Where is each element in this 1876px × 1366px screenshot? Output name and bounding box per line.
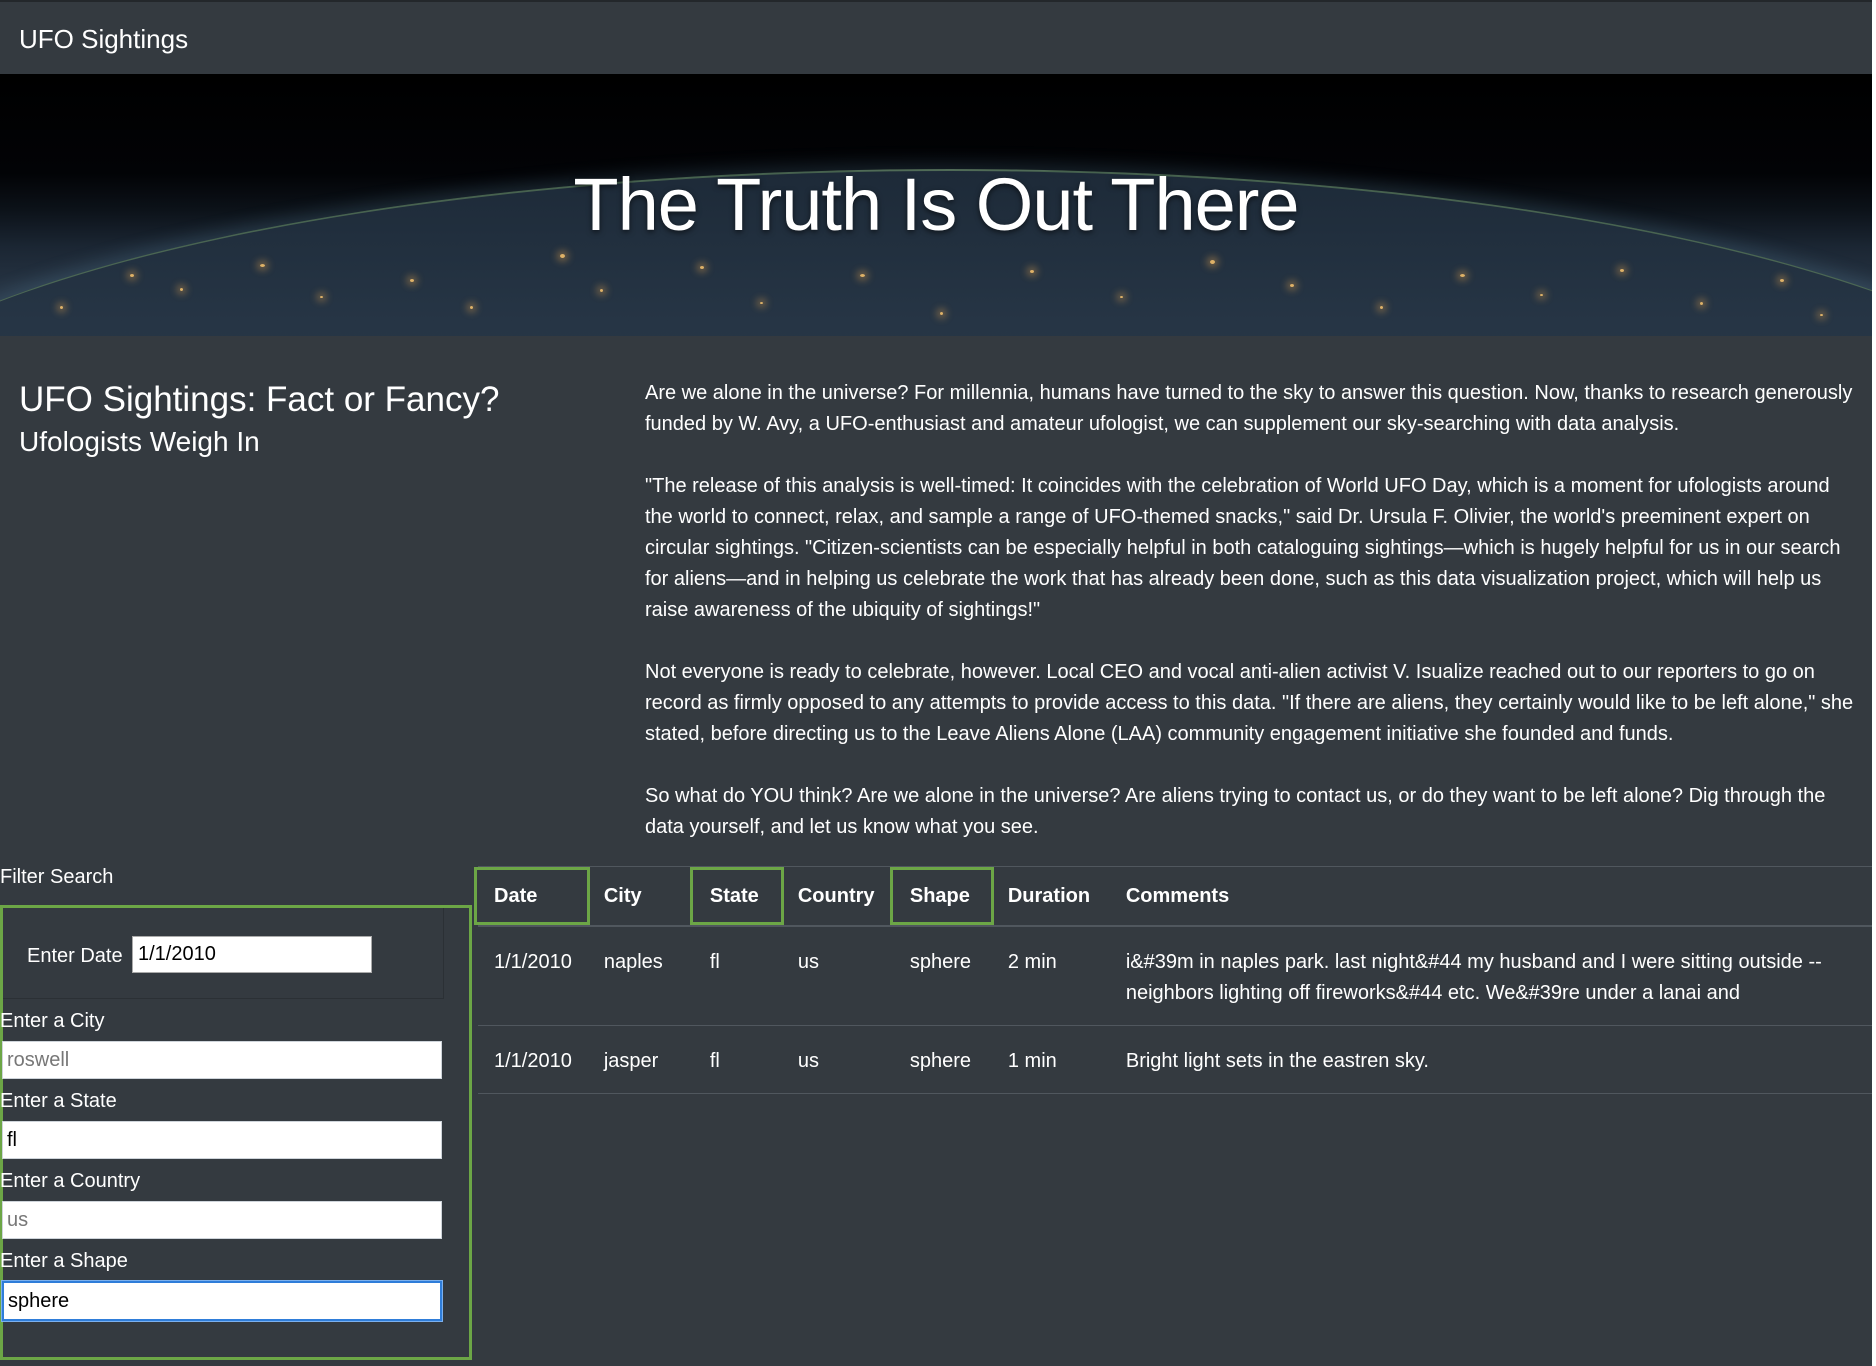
table-row: 1/1/2010 jasper fl us sphere 1 min Brigh…	[478, 1025, 1872, 1094]
column-header-duration[interactable]: Duration	[991, 866, 1110, 927]
cell-shape: sphere	[893, 1025, 992, 1094]
ufo-table: Date City State Country Shape Duration C…	[474, 866, 1872, 1094]
city-filter-input[interactable]	[2, 1041, 442, 1079]
hero-banner: The Truth Is Out There	[0, 74, 1872, 336]
column-header-city[interactable]: City	[587, 866, 694, 927]
headline-section: UFO Sightings: Fact or Fancy? Ufologists…	[19, 380, 619, 458]
column-header-comments[interactable]: Comments	[1109, 866, 1872, 927]
page: UFO Sightings The Truth Is Out There UFO…	[0, 0, 1876, 1366]
ufo-table-container: Date City State Country Shape Duration C…	[474, 866, 1872, 1094]
state-filter-label: Enter a State	[0, 1090, 117, 1112]
column-header-shape[interactable]: Shape	[889, 866, 994, 927]
article-body: Are we alone in the universe? For millen…	[645, 378, 1860, 874]
cell-country: us	[781, 1025, 894, 1094]
cell-comments: Bright light sets in the eastren sky.	[1109, 1025, 1872, 1094]
shape-filter-label: Enter a Shape	[0, 1250, 128, 1272]
cell-state: fl	[693, 1025, 782, 1094]
page-title: UFO Sightings: Fact or Fancy?	[19, 380, 500, 419]
navbar: UFO Sightings	[0, 0, 1872, 74]
article-paragraph: "The release of this analysis is well-ti…	[645, 475, 1841, 621]
shape-filter-input[interactable]	[2, 1281, 442, 1321]
article-paragraph: Not everyone is ready to celebrate, howe…	[645, 661, 1854, 745]
cell-duration: 2 min	[991, 926, 1110, 1026]
column-header-date[interactable]: Date	[474, 866, 590, 927]
date-filter-input[interactable]	[132, 936, 372, 973]
cell-city: jasper	[587, 1025, 694, 1094]
filter-panel: Enter Date Enter a City Enter a State En…	[0, 905, 472, 1360]
article-paragraph: Are we alone in the universe? For millen…	[645, 382, 1853, 435]
country-filter-input[interactable]	[2, 1201, 442, 1239]
cell-duration: 1 min	[991, 1025, 1110, 1094]
cell-city: naples	[587, 926, 694, 1026]
cell-date: 1/1/2010	[478, 1025, 588, 1094]
city-filter-label: Enter a City	[0, 1010, 105, 1032]
page-subtitle: Ufologists Weigh In	[19, 426, 260, 457]
country-filter-label: Enter a Country	[0, 1170, 141, 1192]
cell-comments: i&#39m in naples park. last night&#44 my…	[1109, 926, 1872, 1026]
cell-state: fl	[693, 926, 782, 1026]
table-row: 1/1/2010 naples fl us sphere 2 min i&#39…	[478, 926, 1872, 1026]
state-filter-input[interactable]	[2, 1121, 442, 1159]
table-header-row: Date City State Country Shape Duration C…	[474, 866, 1872, 927]
column-header-state[interactable]: State	[689, 866, 784, 927]
cell-country: us	[781, 926, 894, 1026]
cell-date: 1/1/2010	[478, 926, 588, 1026]
filter-search-title: Filter Search	[0, 866, 114, 888]
column-header-country[interactable]: Country	[781, 866, 894, 927]
article-paragraph: So what do YOU think? Are we alone in th…	[645, 785, 1826, 838]
date-filter-row: Enter Date	[3, 908, 444, 999]
navbar-brand-link[interactable]: UFO Sightings	[19, 24, 188, 55]
cell-shape: sphere	[893, 926, 992, 1026]
hero-title: The Truth Is Out There	[573, 163, 1299, 246]
date-filter-label: Enter Date	[27, 945, 123, 967]
